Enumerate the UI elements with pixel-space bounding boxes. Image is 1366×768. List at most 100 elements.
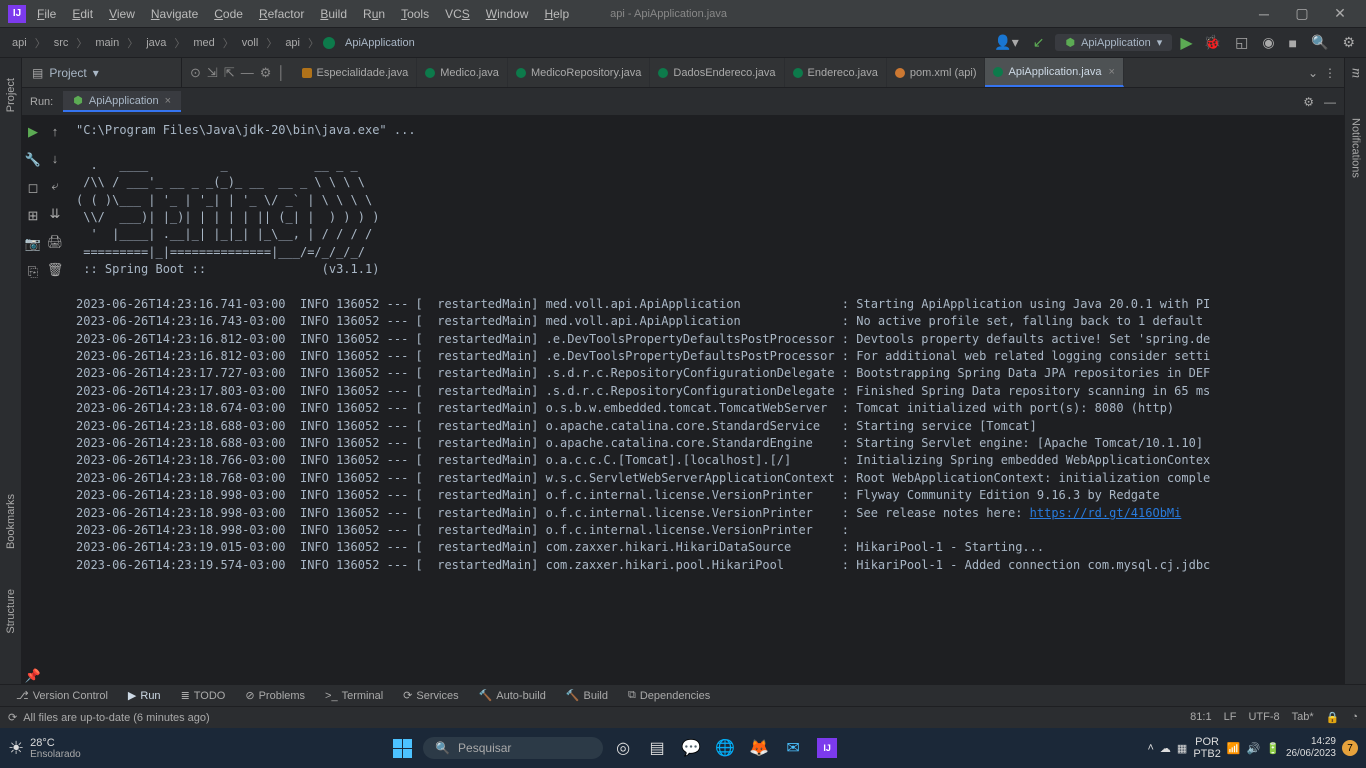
taskbar-search[interactable]: 🔍 Pesquisar <box>423 737 603 759</box>
menu-window[interactable]: Window <box>479 5 536 23</box>
search-icon[interactable]: 🔍 <box>1308 34 1331 51</box>
toolwin-tab-services[interactable]: ⟳Services <box>395 689 466 702</box>
toolwin-tab-version-control[interactable]: ⎇Version Control <box>8 689 116 702</box>
wrap-icon[interactable]: ⤶ <box>51 178 58 194</box>
menu-vcs[interactable]: VCS <box>438 5 477 23</box>
notifications-toolwin-tab[interactable]: Notifications <box>1350 118 1362 178</box>
gear-icon[interactable]: ⚙ <box>260 65 272 81</box>
crumb[interactable]: api <box>8 35 31 51</box>
menu-file[interactable]: File <box>30 5 63 23</box>
more-icon[interactable]: ⋮ <box>1324 66 1336 80</box>
rerun-icon[interactable]: ▶ <box>28 124 38 140</box>
lock-icon[interactable]: 🔒 <box>1326 711 1340 724</box>
crumb[interactable]: med <box>189 35 218 51</box>
caret-position[interactable]: 81:1 <box>1190 711 1211 724</box>
encoding[interactable]: UTF-8 <box>1248 711 1279 724</box>
project-tool-header[interactable]: ▤ Project ▾ <box>22 58 182 87</box>
toolwin-tab-terminal[interactable]: >_Terminal <box>317 690 391 702</box>
crumb[interactable]: src <box>50 35 73 51</box>
line-sep[interactable]: LF <box>1224 711 1237 724</box>
editor-tab[interactable]: Medico.java <box>417 58 508 87</box>
menu-navigate[interactable]: Navigate <box>144 5 205 23</box>
mail-icon[interactable]: ✉ <box>779 734 807 762</box>
sync-icon[interactable]: ⟳ <box>8 711 17 724</box>
tray-app-icon[interactable]: ▦ <box>1177 742 1187 755</box>
exit-icon[interactable]: ⎘ <box>28 264 38 280</box>
toolwin-tab-build[interactable]: 🔨Build <box>558 689 616 702</box>
editor-tab[interactable]: pom.xml (api) <box>887 58 986 87</box>
edge-icon[interactable]: 🌐 <box>711 734 739 762</box>
editor-tab[interactable]: ApiApplication.java× <box>985 58 1123 87</box>
menu-build[interactable]: Build <box>313 5 354 23</box>
close-icon[interactable]: × <box>165 95 171 107</box>
menu-help[interactable]: Help <box>537 5 576 23</box>
crumb[interactable]: java <box>142 35 170 51</box>
vcs-update-icon[interactable]: ↙ <box>1030 34 1048 51</box>
tab-list-chevron-icon[interactable]: ⌄ <box>1308 66 1318 80</box>
project-toolwin-tab[interactable]: Project <box>5 78 17 112</box>
start-button[interactable] <box>387 733 417 763</box>
tray-chevron-icon[interactable]: ˄ <box>1147 742 1153 754</box>
editor-tab[interactable]: DadosEndereco.java <box>650 58 784 87</box>
toolwin-tab-problems[interactable]: ⊘Problems <box>237 689 313 702</box>
inspection-icon[interactable]: ◔ <box>1351 711 1358 724</box>
volume-icon[interactable]: 🔊 <box>1247 742 1261 755</box>
menu-tools[interactable]: Tools <box>394 5 436 23</box>
minimize-button[interactable]: ─ <box>1246 2 1282 26</box>
clock[interactable]: 14:2926/06/2023 <box>1286 736 1336 760</box>
editor-tab[interactable]: MedicoRepository.java <box>508 58 650 87</box>
toolwin-tab-run[interactable]: ▶Run <box>120 689 169 702</box>
wifi-icon[interactable]: 📶 <box>1227 742 1241 755</box>
crumb[interactable]: main <box>91 35 123 51</box>
camera-icon[interactable]: 📷 <box>25 236 41 252</box>
clear-icon[interactable]: 🗑 <box>47 262 64 278</box>
battery-icon[interactable]: 🔋 <box>1266 742 1280 755</box>
crumb[interactable]: api <box>281 35 304 51</box>
settings-icon[interactable]: ⚙ <box>1339 34 1358 51</box>
coverage-button[interactable]: ◱ <box>1232 34 1251 51</box>
menu-edit[interactable]: Edit <box>65 5 100 23</box>
run-tab[interactable]: ⬢ ApiApplication × <box>63 91 181 112</box>
close-button[interactable]: ✕ <box>1322 2 1358 26</box>
firefox-icon[interactable]: 🦊 <box>745 734 773 762</box>
copilot-icon[interactable]: ◎ <box>609 734 637 762</box>
editor-tab[interactable]: Endereco.java <box>785 58 887 87</box>
pin-icon[interactable]: 📌 <box>25 668 41 684</box>
close-icon[interactable]: × <box>1108 66 1114 78</box>
bookmarks-toolwin-tab[interactable]: Bookmarks <box>5 494 17 549</box>
gear-icon[interactable]: ⚙ <box>1303 95 1314 109</box>
collapse-all-icon[interactable]: ⇱ <box>224 65 235 81</box>
maven-toolwin-tab[interactable]: m <box>1348 68 1364 78</box>
menu-run[interactable]: Run <box>356 5 392 23</box>
structure-toolwin-tab[interactable]: Structure <box>5 589 17 634</box>
editor-tab[interactable]: Especialidade.java <box>294 58 418 87</box>
debug-button[interactable]: 🐞 <box>1201 34 1224 51</box>
tool-icon[interactable]: 🔧 <box>25 152 41 168</box>
menu-view[interactable]: View <box>102 5 142 23</box>
console-output[interactable]: "C:\Program Files\Java\jdk-20\bin\java.e… <box>66 116 1344 684</box>
menu-refactor[interactable]: Refactor <box>252 5 311 23</box>
print-icon[interactable]: 🖨 <box>47 234 64 250</box>
scroll-icon[interactable]: ⇊ <box>50 206 61 222</box>
chat-icon[interactable]: 💬 <box>677 734 705 762</box>
run-config-selector[interactable]: ⬢ ApiApplication ▾ <box>1055 34 1172 51</box>
run-button[interactable]: ▶ <box>1180 33 1192 53</box>
maximize-button[interactable]: ▢ <box>1284 2 1320 26</box>
toolwin-tab-auto-build[interactable]: 🔨Auto-build <box>471 689 554 702</box>
indent[interactable]: Tab* <box>1292 711 1314 724</box>
stop-icon[interactable]: ◻ <box>28 180 39 196</box>
profile-button[interactable]: ◉ <box>1259 34 1277 51</box>
toolwin-tab-todo[interactable]: ≣TODO <box>173 689 234 702</box>
user-icon[interactable]: 👤▾ <box>991 34 1021 51</box>
taskview-icon[interactable]: ▤ <box>643 734 671 762</box>
intellij-icon[interactable]: IJ <box>813 734 841 762</box>
select-opened-icon[interactable]: ⊙ <box>190 65 201 81</box>
hide-icon[interactable]: — <box>241 65 254 81</box>
crumb-file[interactable]: ApiApplication <box>341 35 419 51</box>
toolwin-tab-dependencies[interactable]: ⧉Dependencies <box>620 689 718 702</box>
hide-icon[interactable]: — <box>1324 95 1336 109</box>
crumb[interactable]: voll <box>238 35 263 51</box>
onedrive-icon[interactable]: ☁ <box>1160 742 1171 755</box>
weather-widget[interactable]: ☀ 28°C Ensolarado <box>8 737 81 760</box>
menu-code[interactable]: Code <box>207 5 250 23</box>
